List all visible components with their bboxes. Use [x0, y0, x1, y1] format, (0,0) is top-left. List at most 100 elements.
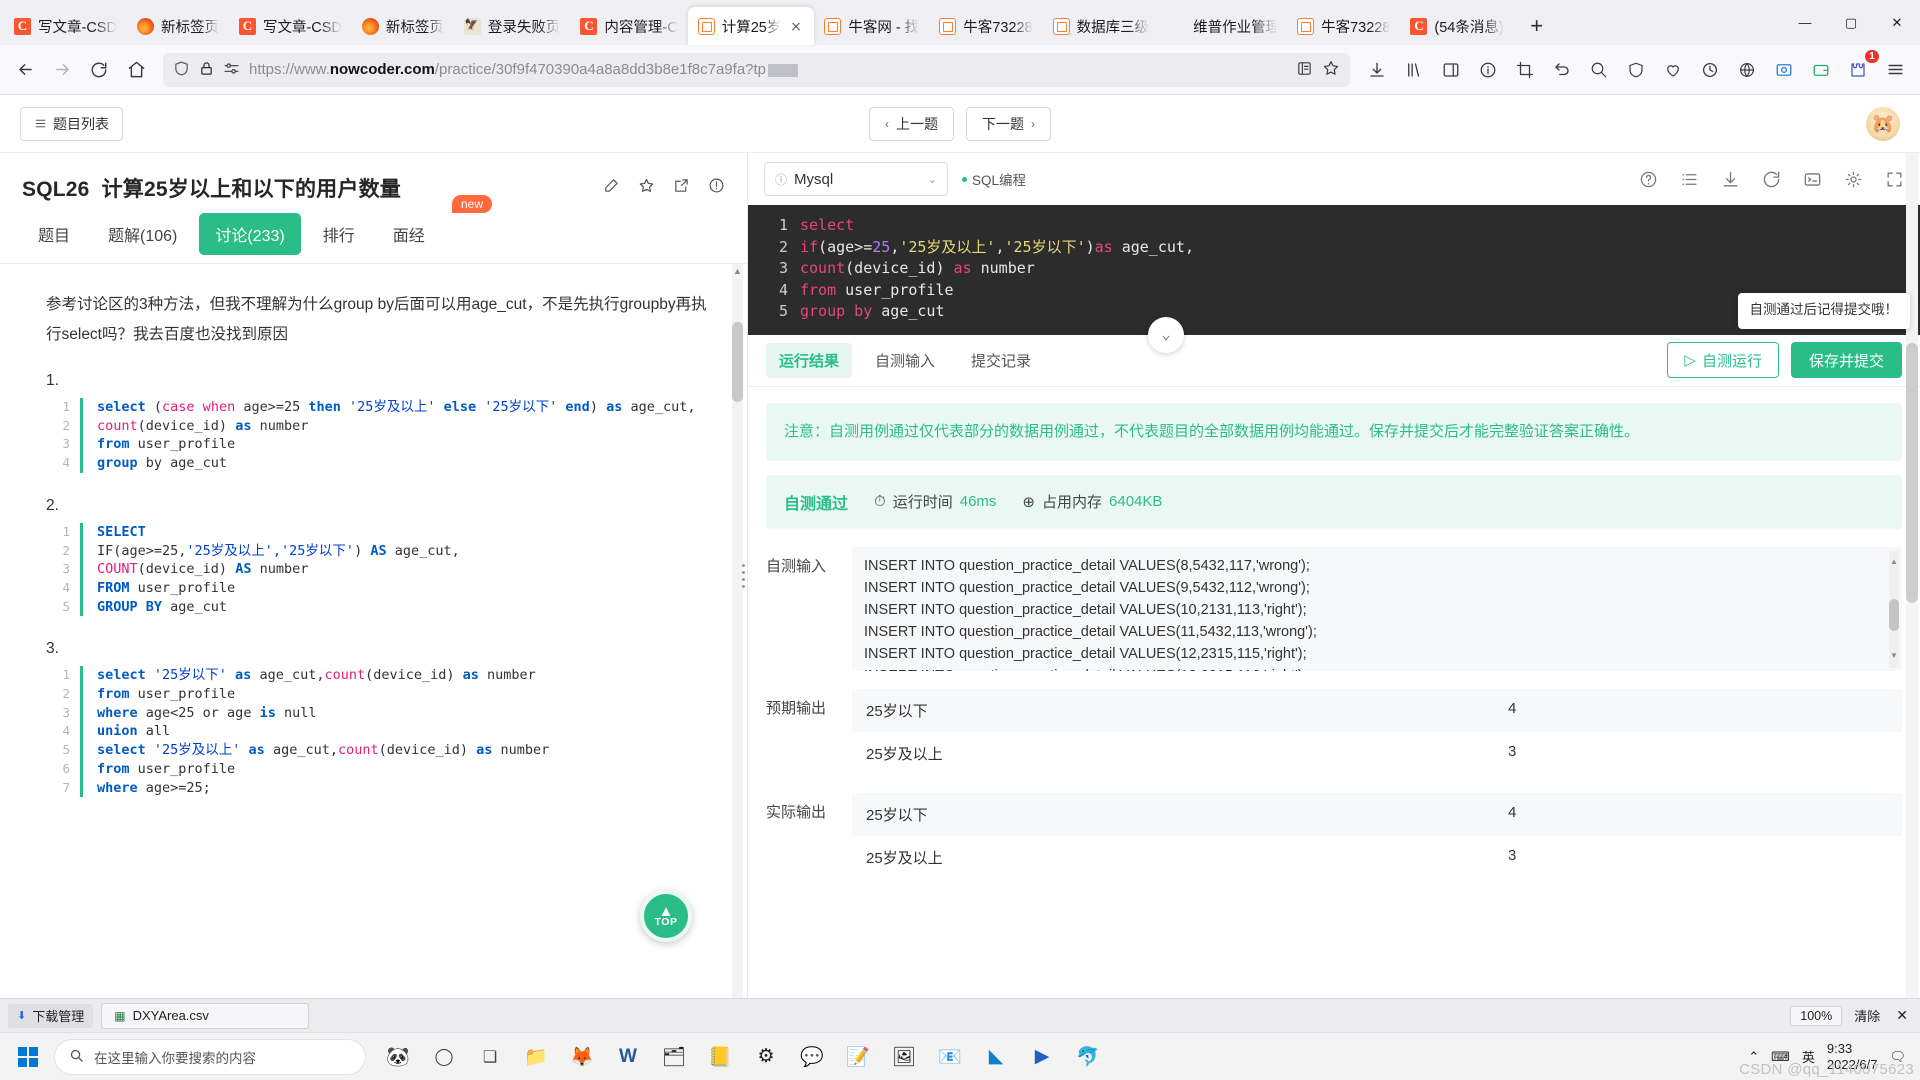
scroll-up-arrow-icon[interactable]: ▲	[732, 266, 743, 276]
start-button[interactable]	[4, 1037, 52, 1077]
taskbar-settings-icon[interactable]: ⚙	[744, 1035, 788, 1079]
console-icon[interactable]	[1803, 170, 1822, 189]
wallet-icon[interactable]	[1804, 53, 1838, 87]
save-submit-button[interactable]: 保存并提交	[1790, 342, 1902, 378]
back-to-top-button[interactable]: ▲ TOP	[640, 890, 692, 942]
sidebar-icon[interactable]	[1434, 53, 1468, 87]
browser-tab[interactable]: 新标签页	[352, 7, 454, 45]
download-icon[interactable]	[1721, 170, 1740, 189]
taskbar-cortana-icon[interactable]: ◯	[422, 1035, 466, 1079]
url-text[interactable]: https://www.nowcoder.com/practice/30f9f4…	[249, 61, 1287, 78]
clear-downloads-button[interactable]: 清除	[1854, 1006, 1880, 1025]
address-bar[interactable]: https://www.nowcoder.com/practice/30f9f4…	[163, 52, 1350, 87]
settings-gear-icon[interactable]	[1844, 170, 1863, 189]
browser-tab[interactable]: 牛客网 - 找	[814, 7, 929, 45]
shield-block-icon[interactable]	[1619, 53, 1653, 87]
next-problem-button[interactable]: 下一题 ›	[966, 106, 1051, 141]
star-icon[interactable]	[638, 177, 655, 194]
browser-tab[interactable]: 新标签页	[127, 7, 229, 45]
forward-icon[interactable]	[45, 53, 79, 87]
taskbar-mail-icon[interactable]: 📧	[928, 1035, 972, 1079]
run-test-button[interactable]: ▷ 自测运行	[1667, 342, 1779, 378]
result-tab[interactable]: 自测输入	[862, 343, 948, 378]
downloads-icon[interactable]	[1360, 53, 1394, 87]
taskbar-firefox-icon[interactable]: 🦊	[560, 1035, 604, 1079]
reader-mode-icon[interactable]	[1296, 60, 1313, 80]
ime-indicator[interactable]: 英	[1802, 1047, 1815, 1066]
browser-tab[interactable]: 牛客73228	[1287, 7, 1400, 45]
taskbar-screenshot-icon[interactable]: 🖼	[882, 1035, 926, 1079]
close-window-button[interactable]: ✕	[1874, 0, 1920, 45]
input-scroll-up-icon[interactable]: ▲	[1889, 551, 1899, 573]
tray-expand-icon[interactable]: ⌃	[1748, 1049, 1759, 1065]
crop-icon[interactable]	[1508, 53, 1542, 87]
collapse-editor-button[interactable]: ⌄	[1148, 316, 1184, 353]
browser-tab[interactable]: 维普作业管理系	[1159, 7, 1287, 45]
left-scrollbar-thumb[interactable]	[732, 322, 743, 402]
download-manager-button[interactable]: ⬇ 下载管理	[8, 1003, 94, 1028]
taskbar-folder-icon[interactable]: 🗂	[652, 1035, 696, 1079]
globe-icon[interactable]	[1730, 53, 1764, 87]
report-icon[interactable]	[708, 177, 725, 194]
new-tab-button[interactable]: +	[1520, 9, 1554, 43]
edit-icon[interactable]	[603, 177, 620, 194]
sync-icon[interactable]	[1693, 53, 1727, 87]
undo-icon[interactable]	[1545, 53, 1579, 87]
input-scroll-down-icon[interactable]: ▼	[1889, 645, 1899, 667]
fullscreen-icon[interactable]	[1885, 170, 1904, 189]
browser-tab[interactable]: 牛客73228	[929, 7, 1042, 45]
back-icon[interactable]	[8, 53, 42, 87]
notifications-icon[interactable]: 🗨	[1889, 1049, 1906, 1065]
minimize-button[interactable]: —	[1782, 0, 1828, 45]
list-icon[interactable]	[1680, 170, 1699, 189]
taskbar-clock[interactable]: 9:33 2022/6/7	[1827, 1041, 1878, 1073]
browser-tab[interactable]: C 写文章-CSD	[4, 7, 127, 45]
help-icon[interactable]	[1639, 170, 1658, 189]
tab-problem[interactable]: 题目	[22, 213, 86, 255]
taskbar-taskview-icon[interactable]: ❏	[468, 1035, 512, 1079]
info-circle-icon[interactable]	[1471, 53, 1505, 87]
zoom-level[interactable]: 100%	[1790, 1005, 1843, 1026]
result-tab[interactable]: 运行结果	[766, 342, 853, 378]
taskbar-editor-icon[interactable]: 📝	[836, 1035, 880, 1079]
home-icon[interactable]	[119, 53, 153, 87]
browser-tab-active[interactable]: 计算25岁	[687, 7, 815, 45]
refresh-icon[interactable]	[1762, 170, 1781, 189]
browser-tab[interactable]: C (54条消息)	[1400, 7, 1513, 45]
prev-problem-button[interactable]: ‹ 上一题	[869, 106, 954, 141]
tray-keyboard-icon[interactable]: ⌨	[1771, 1049, 1790, 1065]
browser-tab[interactable]: 数据库三级	[1043, 7, 1160, 45]
sql-code-editor[interactable]: 1 select 2 if(age>=25,'25岁及以上','25岁以下')as a…	[748, 205, 1920, 353]
maximize-button[interactable]: ▢	[1828, 0, 1874, 45]
tab-problem[interactable]: 排行	[307, 213, 371, 255]
self-test-input-box[interactable]: INSERT INTO question_practice_detail VAL…	[852, 546, 1902, 671]
taskbar-media-icon[interactable]: ▶	[1020, 1035, 1064, 1079]
taskbar-notes-icon[interactable]: 📒	[698, 1035, 742, 1079]
discussion-scroll-area[interactable]: 参考讨论区的3种方法，但我不理解为什么group by后面可以用age_cut，…	[0, 264, 747, 998]
taskbar-app-panda-icon[interactable]: 🐼	[376, 1035, 420, 1079]
heart-icon[interactable]	[1656, 53, 1690, 87]
permissions-icon[interactable]	[223, 60, 240, 80]
taskbar-navicat-icon[interactable]: 🐬	[1066, 1035, 1110, 1079]
close-icon[interactable]	[788, 18, 804, 34]
tab-problem[interactable]: 题解(106)	[92, 213, 193, 255]
bookmark-star-icon[interactable]	[1322, 59, 1340, 80]
downloaded-file-item[interactable]: ▦ DXYArea.csv	[101, 1002, 310, 1029]
taskbar-word-icon[interactable]: W	[606, 1035, 650, 1079]
problem-list-button[interactable]: 题目列表	[20, 106, 123, 141]
tab-discussion-active[interactable]: 讨论(233)	[199, 213, 301, 255]
tab-problem[interactable]: 面经	[377, 213, 441, 255]
browser-tab[interactable]: 登录失败页	[454, 7, 571, 45]
translate-icon[interactable]	[1582, 53, 1616, 87]
input-scrollbar-thumb[interactable]	[1889, 598, 1899, 631]
library-icon[interactable]	[1397, 53, 1431, 87]
screenshot-icon[interactable]	[1767, 53, 1801, 87]
taskbar-vscode-icon[interactable]: ◣	[974, 1035, 1018, 1079]
result-tab[interactable]: 提交记录	[958, 343, 1044, 378]
menu-icon[interactable]	[1878, 53, 1912, 87]
extension-icon[interactable]: 1	[1841, 49, 1879, 87]
browser-tab[interactable]: C 内容管理-C	[570, 7, 687, 45]
browser-tab[interactable]: C 写文章-CSD	[229, 7, 352, 45]
right-scrollbar-thumb[interactable]	[1906, 343, 1918, 603]
share-icon[interactable]	[673, 177, 690, 194]
